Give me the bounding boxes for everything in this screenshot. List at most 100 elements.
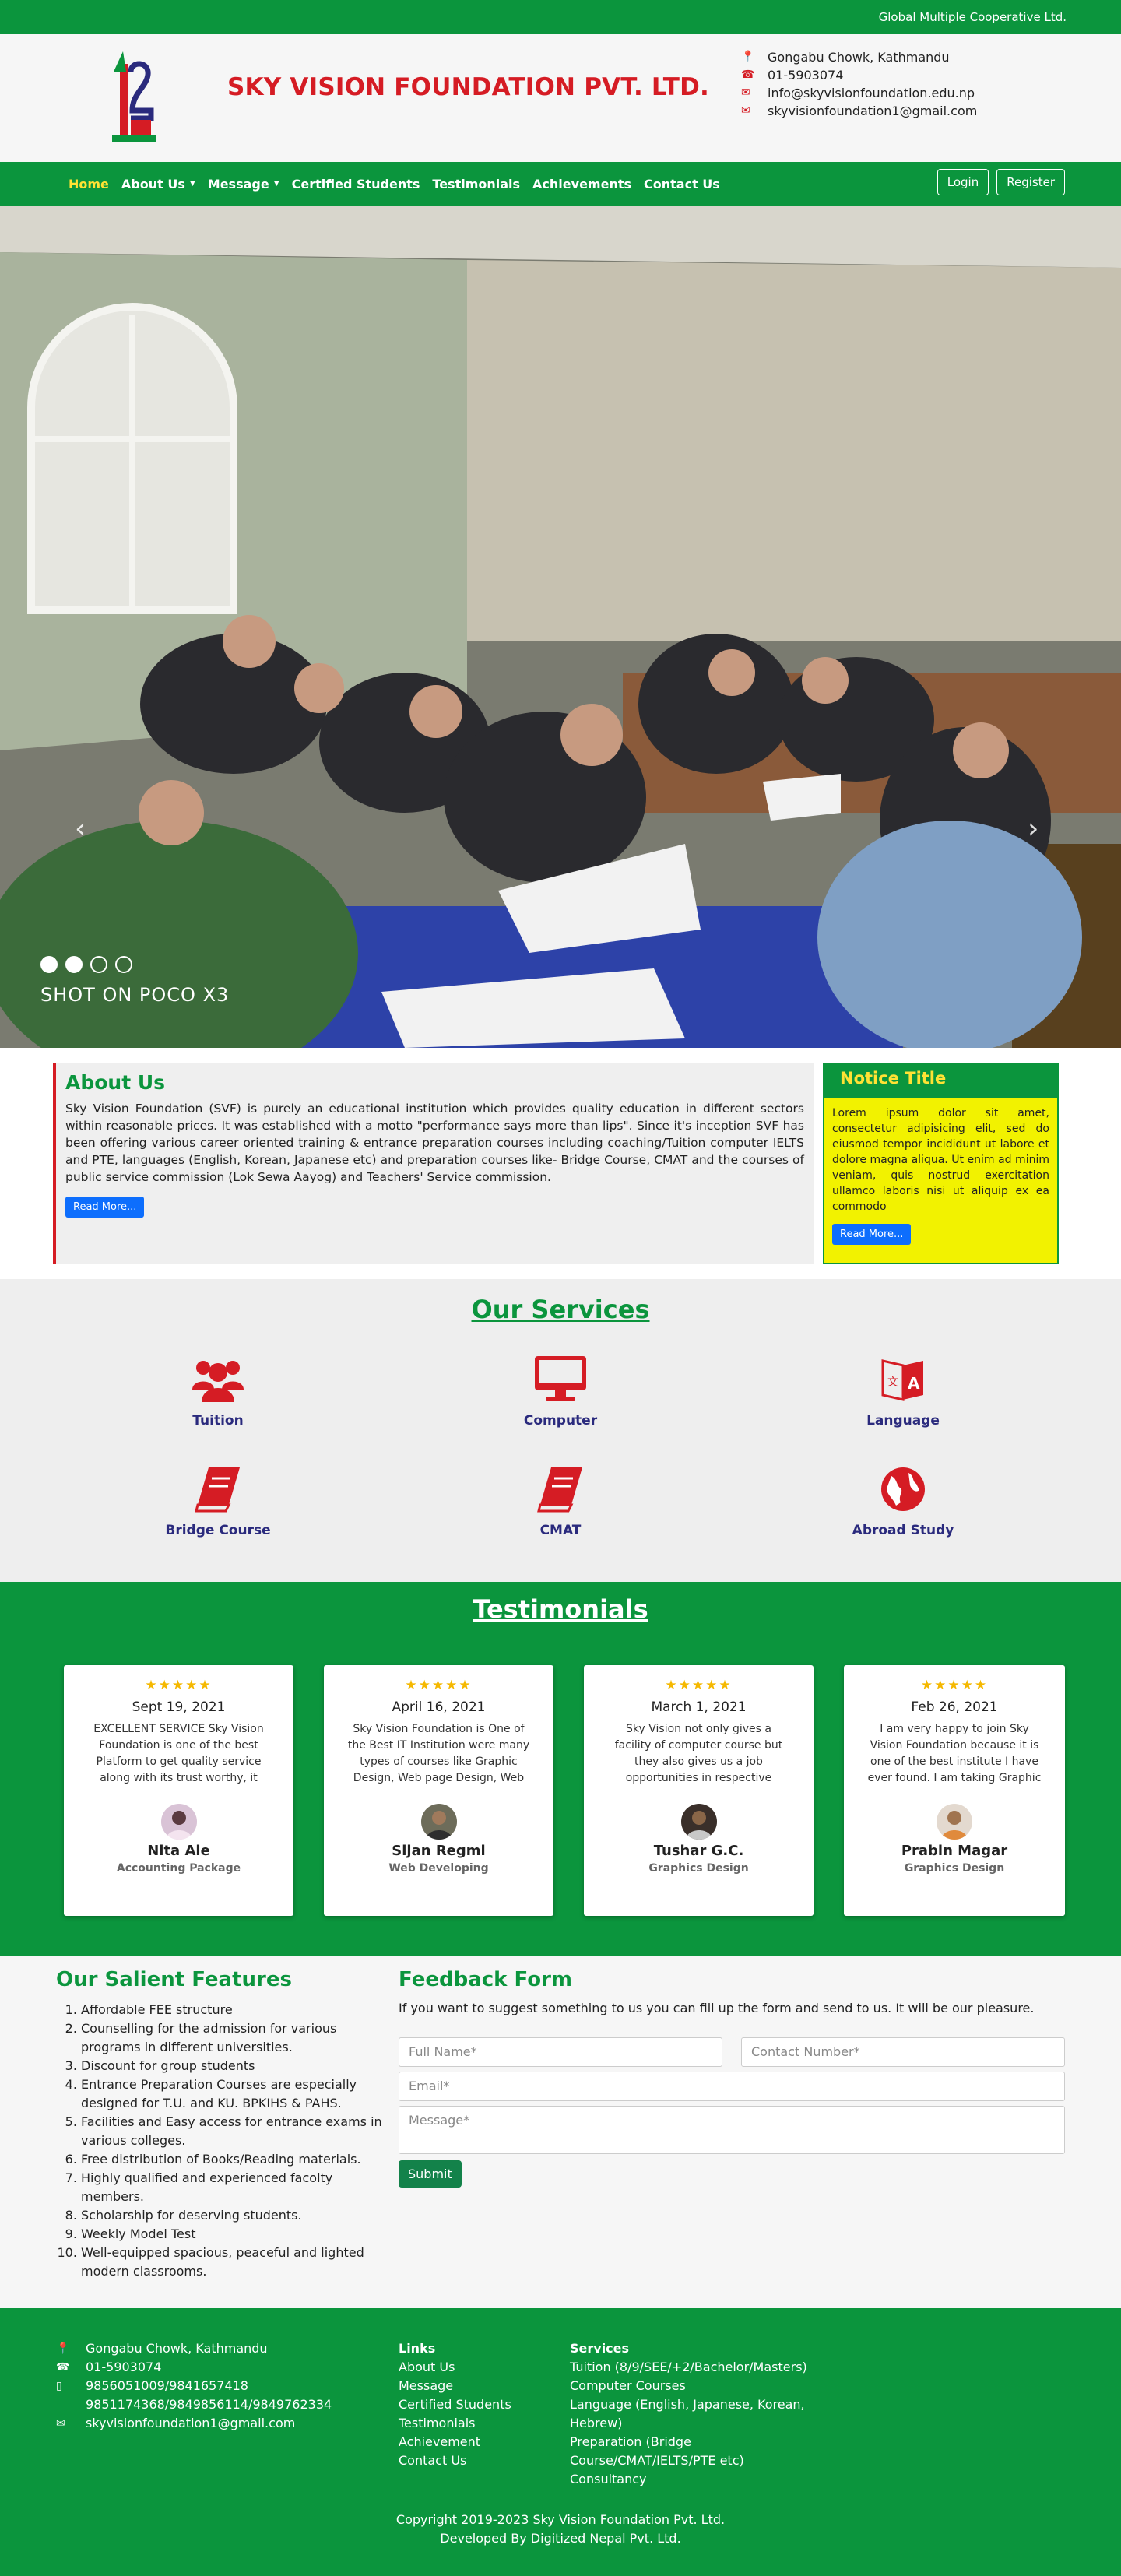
testimonial-date: Sept 19, 2021 (132, 1699, 226, 1715)
site-header: SKY VISION FOUNDATION PVT. LTD. 📍 Gongabu… (0, 34, 1121, 162)
service-computer[interactable]: Computer (467, 1352, 654, 1429)
footer-link[interactable]: Achievement (399, 2433, 511, 2451)
list-item: Discount for group students (81, 2057, 383, 2075)
testimonial-text: Sky Vision not only gives a facility of … (614, 1723, 783, 1784)
inbox-icon: ✉ (56, 2417, 65, 2430)
testimonial-name: Tushar G.C. (653, 1843, 744, 1859)
main-navbar: Home About Us ▼ Message ▼ Certified Studen… (0, 162, 1121, 206)
footer-email[interactable]: skyvisionfoundation1@gmail.com (86, 2414, 295, 2433)
testimonial-role: Graphics Design (648, 1862, 749, 1875)
footer-link[interactable]: Testimonials (399, 2414, 511, 2433)
testimonial-name: Prabin Magar (901, 1843, 1008, 1859)
header-email-2[interactable]: skyvisionfoundation1@gmail.com (768, 102, 977, 120)
footer-address: Gongabu Chowk, Kathmandu (86, 2341, 268, 2356)
list-item: Scholarship for deserving students. (81, 2206, 383, 2225)
service-label: CMAT (539, 1523, 582, 1538)
email-input[interactable]: Email* (399, 2072, 1065, 2101)
footer-link[interactable]: About Us (399, 2358, 511, 2377)
footer-phone: 01-5903074 (86, 2360, 162, 2374)
service-language[interactable]: A文 Language (810, 1352, 996, 1429)
about-title: About Us (65, 1071, 166, 1094)
carousel-dot[interactable] (115, 956, 132, 973)
site-footer: 📍 Gongabu Chowk, Kathmandu ☎ 01-5903074 ▯ 9… (0, 2308, 1121, 2576)
footer-service[interactable]: Preparation (Bridge Course/CMAT/IELTS/PT… (570, 2433, 819, 2470)
footer-service[interactable]: Computer Courses (570, 2377, 819, 2395)
login-button[interactable]: Login (937, 169, 989, 195)
testimonial-name: Sijan Regmi (392, 1843, 486, 1859)
testimonial-name: Nita Ale (147, 1843, 210, 1859)
salient-features: Our Salient Features Affordable FEE stru… (56, 1968, 383, 2281)
carousel-next-icon[interactable]: › (1028, 813, 1038, 845)
star-rating: ★★★★★ (405, 1678, 473, 1693)
carousel-prev-icon[interactable]: ‹ (75, 813, 86, 845)
copyright-text: Copyright 2019-2023 Sky Vision Foundatio… (395, 2512, 726, 2527)
map-marker-icon: 📍 (56, 2342, 70, 2355)
nav-achievements[interactable]: Achievements (526, 177, 638, 192)
footer-copyright-block: Copyright 2019-2023 Sky Vision Foundatio… (0, 2511, 1121, 2548)
footer-service[interactable]: Language (English, Japanese, Korean, Heb… (570, 2395, 819, 2433)
services-section: Our Services Tuition Computer A文 Languag… (0, 1279, 1121, 1582)
avatar (420, 1804, 457, 1840)
nav-testimonials[interactable]: Testimonials (426, 177, 526, 192)
testimonial-date: Feb 26, 2021 (911, 1699, 998, 1715)
service-abroad-study[interactable]: Abroad Study (810, 1462, 996, 1538)
star-rating: ★★★★★ (665, 1678, 733, 1693)
caret-down-icon: ▼ (189, 180, 195, 188)
footer-link[interactable]: Certified Students (399, 2395, 511, 2414)
nav-contact[interactable]: Contact Us (638, 177, 726, 192)
message-textarea[interactable]: Message* (399, 2106, 1065, 2154)
testimonial-card: ★★★★★ Feb 26, 2021 I am very happy to jo… (844, 1665, 1065, 1916)
testimonial-text: Sky Vision Foundation is One of the Best… (347, 1723, 530, 1784)
nav-about[interactable]: About Us ▼ (115, 177, 202, 192)
mobile-icon: ▯ (56, 2380, 62, 2392)
service-bridge-course[interactable]: Bridge Course (125, 1462, 311, 1538)
envelope-icon: ✉ (741, 104, 750, 117)
footer-link[interactable]: Message (399, 2377, 511, 2395)
nav-home[interactable]: Home (62, 177, 115, 192)
avatar (937, 1804, 972, 1840)
footer-service[interactable]: Tuition (8/9/SEE/+2/Bachelor/Masters) (570, 2358, 819, 2377)
service-cmat[interactable]: CMAT (467, 1462, 654, 1538)
register-button[interactable]: Register (996, 169, 1065, 195)
footer-services-title: Services (570, 2341, 630, 2356)
carousel-dot[interactable] (65, 956, 83, 973)
carousel-dot[interactable] (40, 956, 58, 973)
globe-icon (881, 1467, 925, 1511)
testimonials-title: Testimonials (473, 1594, 648, 1624)
header-contacts: 📍 Gongabu Chowk, Kathmandu ☎ 01-5903074 ✉ i… (740, 48, 977, 120)
list-item: Well-equipped spacious, peaceful and lig… (81, 2244, 383, 2281)
footer-contacts: 📍 Gongabu Chowk, Kathmandu ☎ 01-5903074 ▯ 9… (56, 2339, 332, 2433)
nav-message[interactable]: Message ▼ (202, 177, 286, 192)
about-section: About Us Sky Vision Foundation (SVF) is … (53, 1063, 814, 1264)
contact-number-input[interactable]: Contact Number* (741, 2037, 1065, 2067)
nav-certified-students[interactable]: Certified Students (286, 177, 427, 192)
testimonial-card: ★★★★★ April 16, 2021 Sky Vision Foundati… (324, 1665, 553, 1916)
developer-credit[interactable]: Developed By Digitized Nepal Pvt. Ltd. (0, 2529, 1121, 2548)
list-item: Free distribution of Books/Reading mater… (81, 2150, 383, 2169)
service-tuition[interactable]: Tuition (125, 1352, 311, 1429)
carousel-dot[interactable] (90, 956, 107, 973)
footer-link[interactable]: Contact Us (399, 2451, 511, 2470)
service-label: Computer (523, 1413, 598, 1429)
submit-button[interactable]: Submit (399, 2160, 462, 2188)
svg-text:A: A (908, 1374, 920, 1393)
book-icon (195, 1467, 240, 1513)
header-email-1[interactable]: info@skyvisionfoundation.edu.np (768, 84, 975, 102)
logo[interactable] (109, 48, 159, 146)
testimonials-section: Testimonials ★★★★★ Sept 19, 2021 EXCELLE… (0, 1582, 1121, 1956)
notice-read-more-button[interactable]: Read More... (832, 1224, 912, 1245)
about-read-more-button[interactable]: Read More... (65, 1197, 145, 1218)
map-marker-icon: 📍 (741, 51, 755, 63)
footer-service[interactable]: Consultancy (570, 2470, 819, 2489)
service-label: Language (866, 1413, 940, 1429)
phone-icon: ☎ (741, 69, 755, 81)
full-name-input[interactable]: Full Name* (399, 2037, 722, 2067)
brand-title: SKY VISION FOUNDATION PVT. LTD. (227, 73, 709, 101)
hero-carousel: ‹ › (0, 206, 1121, 1048)
services-title: Our Services (471, 1295, 650, 1324)
testimonial-text: EXCELLENT SERVICE Sky Vision Foundation … (93, 1723, 264, 1784)
testimonial-date: April 16, 2021 (392, 1699, 486, 1715)
top-bar-text: Global Multiple Cooperative Ltd. (878, 10, 1067, 24)
footer-mobile-1: 9856051009/9841657418 (86, 2378, 248, 2393)
top-bar: Global Multiple Cooperative Ltd. (0, 0, 1121, 34)
